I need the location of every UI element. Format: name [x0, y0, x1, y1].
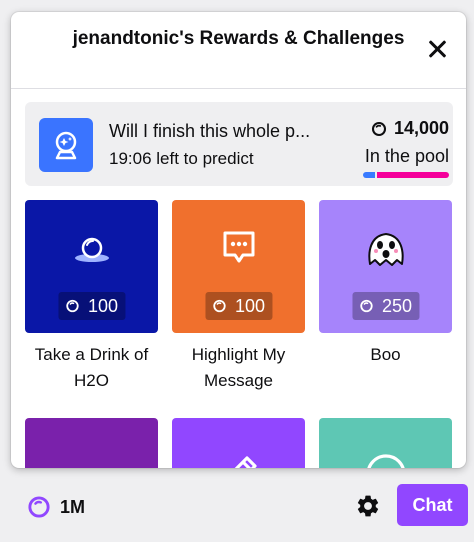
- prediction-title: Will I finish this whole p...: [109, 121, 311, 141]
- reward-cost-value: 250: [381, 295, 413, 316]
- reward-name: Boo: [370, 345, 401, 364]
- reward-boo[interactable]: 250 Boo: [319, 200, 452, 368]
- popup-header: jenandtonic's Rewards & Challenges: [11, 12, 466, 89]
- channel-points-icon: [65, 299, 79, 313]
- prediction-bar-pink: [377, 172, 449, 178]
- gear-icon[interactable]: [355, 493, 381, 519]
- reward-tile[interactable]: [172, 418, 305, 468]
- reward-name: Highlight My Message: [191, 345, 286, 390]
- prediction-card[interactable]: Will I finish this whole p... 19:06 left…: [25, 102, 453, 186]
- chat-footer: 1M Chat: [0, 468, 474, 542]
- prediction-progress-bar: [363, 172, 449, 178]
- close-icon[interactable]: [426, 38, 448, 60]
- reward-unlock[interactable]: [25, 418, 158, 468]
- reward-highlight-message[interactable]: 100 Highlight My Message: [172, 200, 305, 394]
- channel-points-icon: [212, 299, 226, 313]
- highlight-message-icon: [223, 231, 254, 263]
- pool-label: In the pool: [364, 146, 449, 166]
- channel-points-icon: [371, 121, 386, 136]
- reward-pencil[interactable]: [172, 418, 305, 468]
- reward-tile[interactable]: [319, 418, 452, 468]
- prediction-timer: 19:06 left to predict: [109, 149, 254, 168]
- prediction-icon: [39, 118, 93, 172]
- reward-tile[interactable]: 250: [319, 200, 452, 333]
- reward-cost: 100: [57, 292, 126, 320]
- channel-points-icon: [28, 496, 50, 518]
- reward-tile[interactable]: 100: [25, 200, 158, 333]
- reward-name: Take a Drink of H2O: [34, 345, 149, 390]
- channel-points-button[interactable]: 1M: [27, 495, 85, 519]
- reward-smiley[interactable]: [319, 418, 452, 468]
- ghost-icon: [367, 233, 404, 266]
- pencil-icon: [234, 456, 257, 468]
- prediction-amount: 14,000: [371, 118, 449, 139]
- reward-cost-value: 100: [87, 295, 119, 316]
- reward-tile[interactable]: 100: [172, 200, 305, 333]
- channel-points-balance: 1M: [60, 496, 86, 517]
- smiley-icon: [366, 454, 405, 468]
- channel-points-icon: [359, 299, 373, 313]
- prediction-amount-value: 14,000: [393, 118, 449, 138]
- reward-take-a-drink[interactable]: 100 Take a Drink of H2O: [25, 200, 158, 394]
- rewards-popup: jenandtonic's Rewards & Challenges Will …: [11, 12, 466, 468]
- popup-title: jenandtonic's Rewards & Challenges: [72, 28, 405, 49]
- prediction-bar-blue: [363, 172, 376, 178]
- reward-cost: 100: [204, 292, 273, 320]
- chat-button[interactable]: Chat: [397, 484, 468, 526]
- reward-tile[interactable]: [25, 418, 158, 468]
- reward-cost-value: 100: [234, 295, 266, 316]
- water-drop-icon: [74, 237, 109, 262]
- reward-cost: 250: [351, 292, 420, 320]
